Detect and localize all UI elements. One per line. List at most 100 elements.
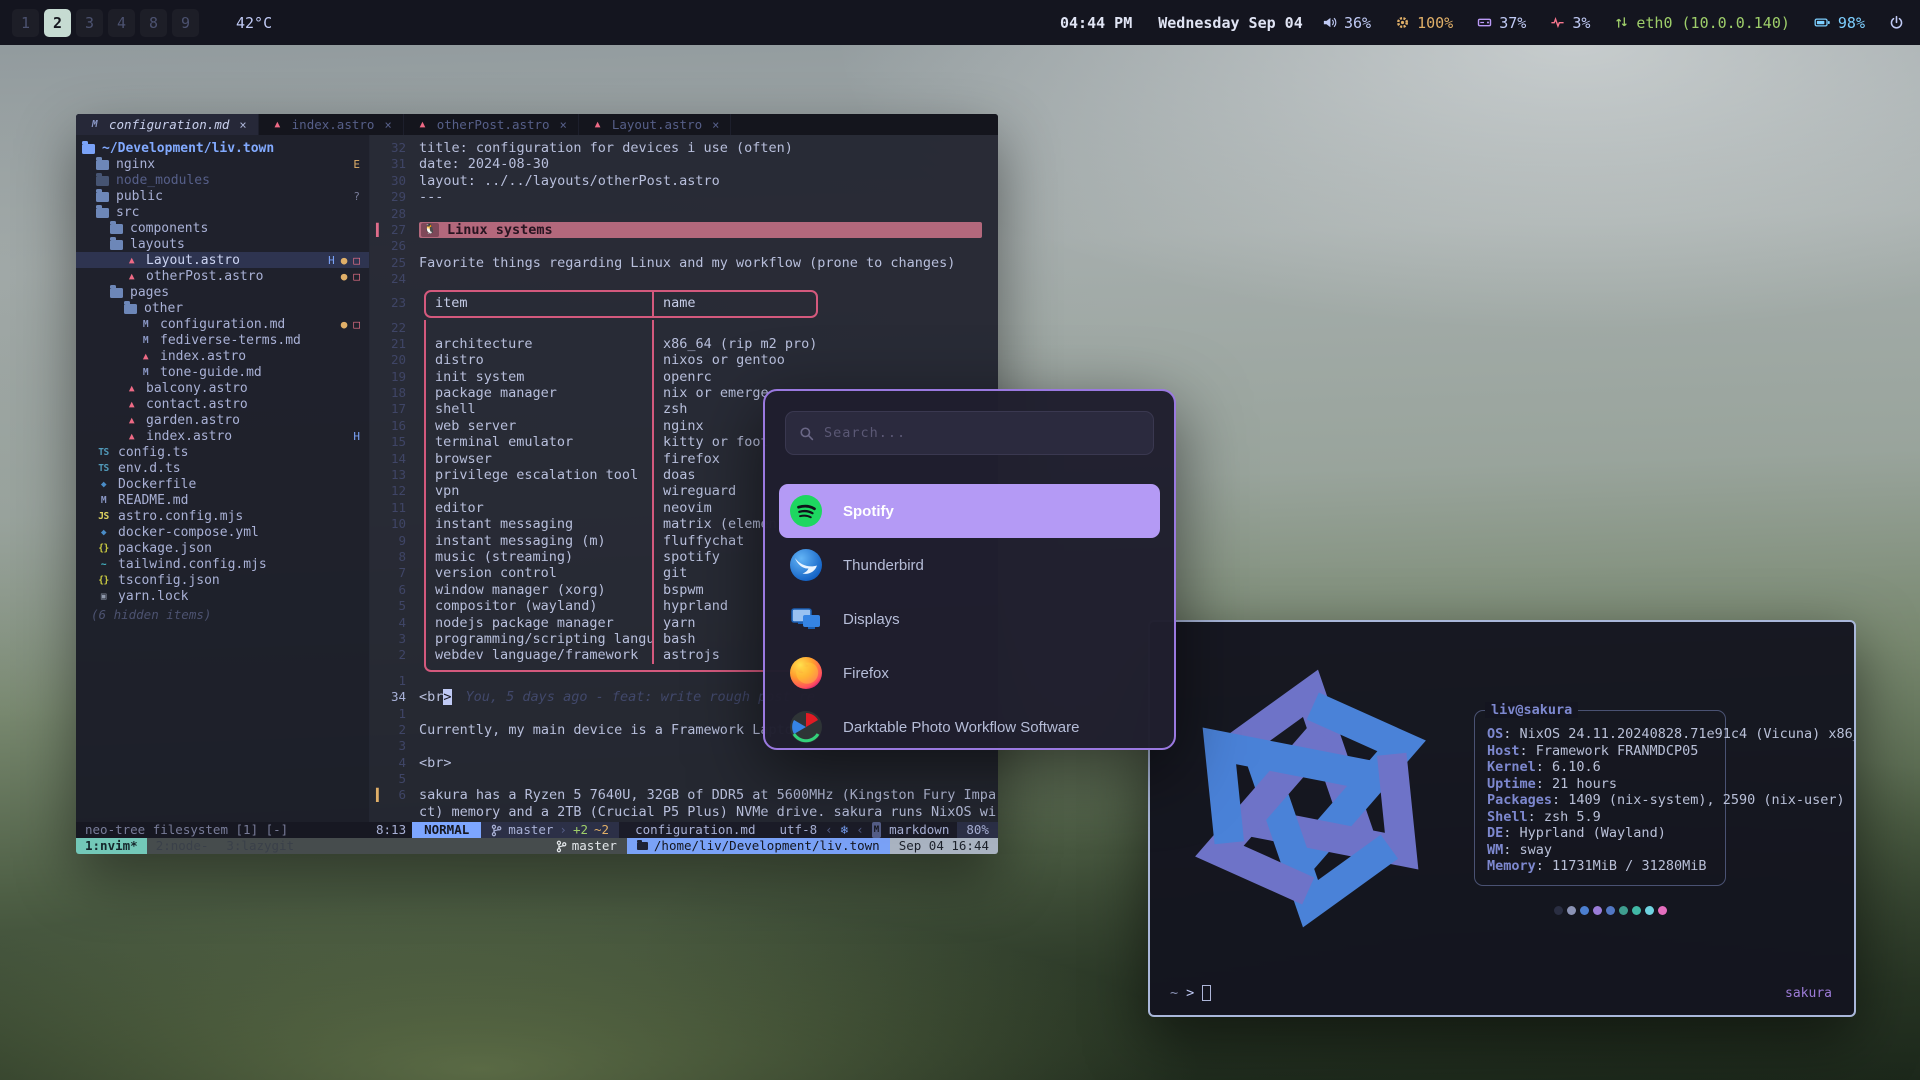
tree-item[interactable]: TSenv.d.ts bbox=[76, 460, 369, 476]
palette-dot bbox=[1567, 906, 1576, 915]
launcher-search-box[interactable] bbox=[785, 411, 1154, 455]
tree-item-label: public bbox=[116, 189, 163, 204]
tree-item[interactable]: TSconfig.ts bbox=[76, 444, 369, 460]
tree-item[interactable]: node_modules bbox=[76, 172, 369, 188]
folder-icon bbox=[124, 304, 137, 314]
tree-item[interactable]: Mfediverse-terms.md bbox=[76, 332, 369, 348]
tmux-window-tab[interactable]: 3:lazygit bbox=[217, 838, 303, 854]
palette-dot bbox=[1619, 906, 1628, 915]
editor-tab[interactable]: ▲Layout.astro× bbox=[579, 114, 732, 135]
tree-item[interactable]: ~/Development/liv.town bbox=[76, 140, 369, 156]
workspace-button[interactable]: 8 bbox=[140, 9, 167, 37]
tree-item[interactable]: ▣yarn.lock bbox=[76, 588, 369, 604]
tree-item[interactable]: Mtone-guide.md bbox=[76, 364, 369, 380]
tree-item[interactable]: layouts bbox=[76, 236, 369, 252]
tree-item[interactable]: ▲index.astro bbox=[76, 348, 369, 364]
buffer-line: 22 bbox=[370, 320, 998, 336]
tree-item[interactable]: ~tailwind.config.mjs bbox=[76, 556, 369, 572]
workspace-button[interactable]: 4 bbox=[108, 9, 135, 37]
workspace-button[interactable]: 1 bbox=[12, 9, 39, 37]
gear-widget[interactable]: 100% bbox=[1395, 14, 1453, 32]
tree-item[interactable]: ▲otherPost.astro●□ bbox=[76, 268, 369, 284]
editor-tab[interactable]: Mconfiguration.md× bbox=[76, 114, 259, 135]
app-list-item[interactable]: Firefox bbox=[765, 646, 1174, 700]
power-button[interactable] bbox=[1889, 15, 1904, 30]
close-icon[interactable]: × bbox=[239, 118, 246, 132]
close-icon[interactable]: × bbox=[712, 118, 719, 132]
editor-tab[interactable]: ▲index.astro× bbox=[259, 114, 404, 135]
app-list-item[interactable]: Spotify bbox=[779, 484, 1160, 538]
line-number: 8 bbox=[370, 549, 419, 565]
tree-item[interactable]: components bbox=[76, 220, 369, 236]
tree-item[interactable]: MREADME.md bbox=[76, 492, 369, 508]
buffer-line: 32title: configuration for devices i use… bbox=[370, 140, 998, 156]
tree-item[interactable]: ▲contact.astro bbox=[76, 396, 369, 412]
editor-tab[interactable]: ▲otherPost.astro× bbox=[404, 114, 579, 135]
penguin-icon: 🐧 bbox=[421, 223, 439, 237]
tree-item[interactable]: src bbox=[76, 204, 369, 220]
fetch-info-key: Packages bbox=[1487, 792, 1552, 808]
search-input[interactable] bbox=[824, 425, 1140, 441]
buffer-line: 28 bbox=[370, 206, 998, 222]
fetch-info-value: : 6.10.6 bbox=[1536, 759, 1601, 775]
buffer-line: 20distronixos or gentoo bbox=[370, 352, 998, 368]
line-number: 29 bbox=[370, 189, 419, 205]
shell-prompt[interactable]: ~ > bbox=[1170, 985, 1211, 1001]
cpu-widget[interactable]: 3% bbox=[1550, 14, 1590, 32]
workspace-button[interactable]: 3 bbox=[76, 9, 103, 37]
tree-item[interactable]: ▲Layout.astroH●□ bbox=[76, 252, 369, 268]
prompt-char: > bbox=[1186, 985, 1194, 1001]
tree-item-label: Dockerfile bbox=[118, 477, 196, 492]
tree-item[interactable]: JSastro.config.mjs bbox=[76, 508, 369, 524]
volume-widget[interactable]: 36% bbox=[1322, 14, 1371, 32]
palette-dot bbox=[1645, 906, 1654, 915]
table-cell-item: webdev language/framework bbox=[424, 647, 652, 663]
network-widget[interactable]: eth0 (10.0.0.140) bbox=[1614, 14, 1790, 32]
table-cell-item: instant messaging (m) bbox=[424, 533, 652, 549]
close-icon[interactable]: × bbox=[560, 118, 567, 132]
tree-item[interactable]: {}tsconfig.json bbox=[76, 572, 369, 588]
tree-item[interactable]: ▲balcony.astro bbox=[76, 380, 369, 396]
battery-widget[interactable]: 98% bbox=[1814, 14, 1865, 32]
fetch-info-value: : Hyprland (Wayland) bbox=[1503, 825, 1666, 841]
tree-item[interactable]: ◆Dockerfile bbox=[76, 476, 369, 492]
tree-item[interactable]: pages bbox=[76, 284, 369, 300]
tree-item[interactable]: ◆docker-compose.yml bbox=[76, 524, 369, 540]
tmux-datetime: Sep 04 16:44 bbox=[890, 838, 998, 854]
app-list-item[interactable]: Thunderbird bbox=[765, 538, 1174, 592]
tmux-windows: 1:nvim*2:node-3:lazygit bbox=[76, 838, 303, 854]
tree-item[interactable]: ▲garden.astro bbox=[76, 412, 369, 428]
close-icon[interactable]: × bbox=[384, 118, 391, 132]
line-number: 26 bbox=[370, 238, 419, 254]
tree-item[interactable]: other bbox=[76, 300, 369, 316]
temperature-widget[interactable]: 42°C bbox=[229, 14, 272, 32]
fetch-terminal-window[interactable]: liv@sakura OS: NixOS 24.11.20240828.71e9… bbox=[1148, 620, 1856, 1017]
tree-item[interactable]: nginxE bbox=[76, 156, 369, 172]
buffer-line: 5 bbox=[370, 771, 998, 787]
buffer-line: 31date: 2024-08-30 bbox=[370, 156, 998, 172]
tree-item[interactable]: ▲index.astroH bbox=[76, 428, 369, 444]
disk-widget[interactable]: 37% bbox=[1477, 14, 1526, 32]
workspace-button[interactable]: 2 bbox=[44, 9, 71, 37]
status-mark: ● bbox=[341, 254, 348, 267]
tree-item-label: docker-compose.yml bbox=[118, 525, 259, 540]
tree-item-label: tone-guide.md bbox=[160, 365, 262, 380]
tmux-window-tab[interactable]: 2:node- bbox=[147, 838, 218, 854]
tree-item[interactable]: {}package.json bbox=[76, 540, 369, 556]
app-list-item[interactable]: Displays bbox=[765, 592, 1174, 646]
tree-item-label: tailwind.config.mjs bbox=[118, 557, 267, 572]
buffer-line: 4<br> bbox=[370, 755, 998, 771]
encoding-label: utf-8 bbox=[780, 822, 818, 838]
tree-item[interactable]: public? bbox=[76, 188, 369, 204]
line-number: 23 bbox=[370, 295, 419, 311]
table-cell-item: music (streaming) bbox=[424, 549, 652, 565]
app-list-item[interactable]: Darktable Photo Workflow Software bbox=[765, 700, 1174, 750]
tmux-status-bar: 1:nvim*2:node-3:lazygit master /home/liv… bbox=[76, 838, 998, 854]
workspace-button[interactable]: 9 bbox=[172, 9, 199, 37]
waybar-top-bar: 123489 42°C 04:44 PM Wednesday Sep 04 36… bbox=[0, 0, 1920, 45]
clock-widget[interactable]: 04:44 PM Wednesday Sep 04 bbox=[1060, 14, 1303, 32]
statusline: neo-tree filesystem [1] [-] 8:13 NORMAL … bbox=[76, 822, 998, 838]
tree-item[interactable]: Mconfiguration.md●□ bbox=[76, 316, 369, 332]
tmux-window-tab[interactable]: 1:nvim* bbox=[76, 838, 147, 854]
buffer-line: 23itemname bbox=[370, 288, 998, 320]
